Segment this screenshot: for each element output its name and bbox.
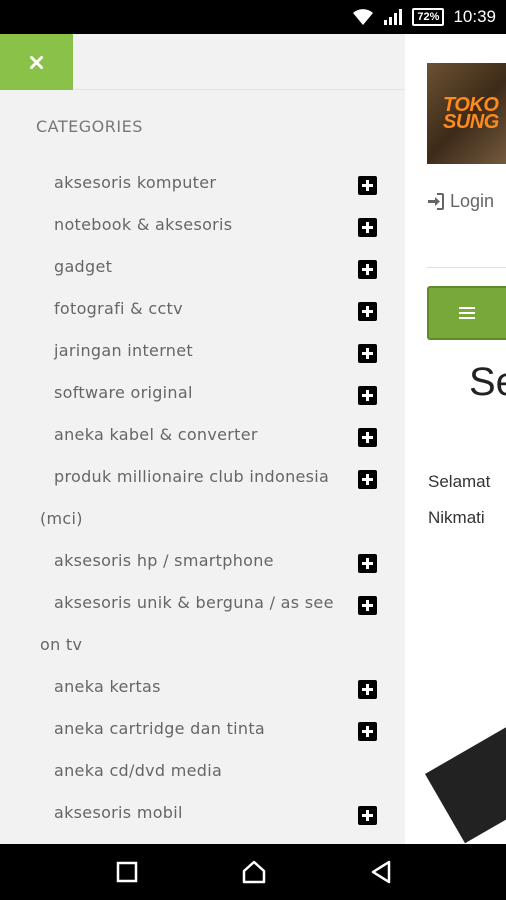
category-item[interactable]: produk millionaire club indonesia (mci) (0, 455, 405, 539)
category-list: aksesoris komputer notebook & aksesoris … (0, 161, 405, 833)
expand-plus-icon[interactable] (358, 428, 377, 447)
category-item[interactable]: fotografi & cctv (0, 287, 405, 329)
expand-plus-icon[interactable] (358, 302, 377, 321)
category-label: aksesoris unik & berguna / as see (54, 593, 334, 612)
close-button[interactable] (0, 34, 73, 90)
category-label-continued: on tv (40, 635, 83, 654)
store-logo[interactable]: TOKO SUNG (427, 63, 506, 164)
navigation-bar (0, 844, 506, 900)
category-item[interactable]: aneka kertas (0, 665, 405, 707)
product-image (425, 704, 506, 844)
category-item[interactable]: aneka kabel & converter (0, 413, 405, 455)
recent-apps-icon (116, 861, 138, 883)
main-page: TOKO SUNG Login Se Selamat Nikmati (405, 34, 506, 844)
expand-plus-icon[interactable] (358, 680, 377, 699)
categories-heading: CATEGORIES (36, 117, 143, 136)
menu-button[interactable] (427, 286, 506, 340)
category-label: software original (54, 383, 193, 402)
expand-plus-icon[interactable] (358, 806, 377, 825)
category-label: aneka kertas (54, 677, 161, 696)
category-item[interactable]: aksesoris hp / smartphone (0, 539, 405, 581)
sign-in-icon (428, 193, 444, 210)
status-icons: 72% 10:39 (352, 6, 496, 28)
expand-plus-icon[interactable] (358, 344, 377, 363)
category-label: produk millionaire club indonesia (54, 467, 330, 486)
home-icon (242, 860, 266, 884)
recent-apps-button[interactable] (113, 858, 141, 886)
hamburger-icon (459, 307, 475, 319)
category-label: aksesoris mobil (54, 803, 183, 822)
app-content: TOKO SUNG Login Se Selamat Nikmati (0, 34, 506, 844)
category-item[interactable]: notebook & aksesoris (0, 203, 405, 245)
category-label: gadget (54, 257, 113, 276)
category-label: notebook & aksesoris (54, 215, 233, 234)
category-item[interactable]: aksesoris komputer (0, 161, 405, 203)
expand-plus-icon[interactable] (358, 176, 377, 195)
category-label: jaringan internet (54, 341, 193, 360)
back-button[interactable] (367, 858, 395, 886)
category-label: aksesoris komputer (54, 173, 217, 192)
category-label: fotografi & cctv (54, 299, 183, 318)
expand-plus-icon[interactable] (358, 470, 377, 489)
category-item[interactable]: aneka cd/dvd media (0, 749, 405, 791)
login-link[interactable]: Login (427, 191, 494, 212)
expand-plus-icon[interactable] (358, 260, 377, 279)
expand-plus-icon[interactable] (358, 554, 377, 573)
category-label: aneka cartridge dan tinta (54, 719, 266, 738)
close-icon (30, 55, 43, 69)
expand-plus-icon[interactable] (358, 218, 377, 237)
login-label: Login (450, 191, 495, 211)
category-item[interactable]: jaringan internet (0, 329, 405, 371)
logo-text: TOKO SUNG (443, 94, 499, 133)
signal-icon (384, 9, 403, 25)
category-label-continued: (mci) (40, 509, 83, 528)
page-title: Se (469, 360, 506, 404)
status-bar: 72% 10:39 (0, 0, 506, 34)
category-label: aneka kabel & converter (54, 425, 258, 444)
expand-plus-icon[interactable] (358, 722, 377, 741)
wifi-icon (353, 9, 374, 25)
category-label: aneka cd/dvd media (54, 761, 223, 780)
back-icon (371, 860, 391, 884)
category-item[interactable]: aksesoris unik & berguna / as see on tv (0, 581, 405, 665)
category-item[interactable]: aksesoris mobil (0, 791, 405, 833)
divider (427, 267, 506, 268)
clock: 10:39 (453, 7, 496, 26)
welcome-text: Selamat (428, 472, 491, 491)
expand-plus-icon[interactable] (358, 386, 377, 405)
category-item[interactable]: gadget (0, 245, 405, 287)
home-button[interactable] (240, 858, 268, 886)
category-item[interactable]: aneka cartridge dan tinta (0, 707, 405, 749)
drawer-divider (73, 89, 405, 90)
expand-plus-icon[interactable] (358, 596, 377, 615)
category-item[interactable]: software original (0, 371, 405, 413)
category-label: aksesoris hp / smartphone (54, 551, 274, 570)
battery-icon: 72% (412, 8, 445, 26)
category-drawer: CATEGORIES aksesoris komputer notebook &… (0, 34, 405, 844)
intro-text: Nikmati (428, 508, 485, 527)
